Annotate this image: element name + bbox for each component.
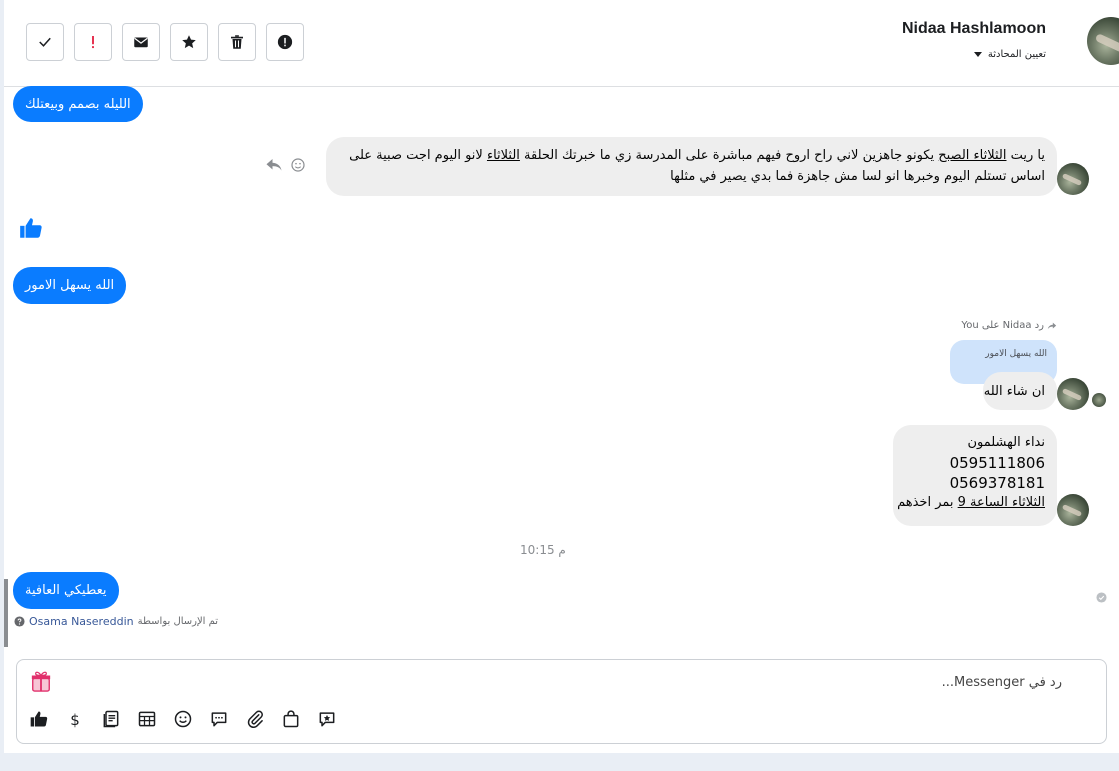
notes-icon: [103, 710, 119, 728]
reply-quote-text: الله يسهل الامور: [985, 349, 1047, 359]
message-outgoing[interactable]: الليله بصمم وبيعتلك: [13, 86, 143, 122]
chat-bubble-icon: [211, 712, 227, 727]
quick-replies-button[interactable]: [207, 707, 231, 731]
alert-circle-icon: [277, 34, 293, 50]
payment-button[interactable]: $: [63, 707, 87, 731]
message-text: الليله بصمم وبيعتلك: [25, 96, 131, 112]
message-outgoing[interactable]: يعطيكي العافية: [13, 572, 119, 609]
table-icon: [138, 711, 156, 727]
reply-arrow-icon: [1047, 322, 1057, 329]
mark-done-button[interactable]: [26, 23, 64, 61]
svg-text:$: $: [70, 711, 80, 729]
message-text: الله يسهل الامور: [25, 278, 115, 293]
report-spam-button[interactable]: [266, 23, 304, 61]
text-segment: يكونو جاهزين لاني راح اروح فيهم مباشرة ع…: [519, 148, 939, 163]
reply-icon[interactable]: [265, 157, 283, 173]
delivered-check-icon: [1096, 592, 1107, 603]
review-request-button[interactable]: [315, 707, 339, 731]
sent-by-info: Osama Nasereddin تم الإرسال بواسطة: [14, 615, 218, 628]
text-segment: لانو اليوم اجت صبية على: [349, 148, 487, 163]
table-button[interactable]: [135, 707, 159, 731]
selection-indicator: [4, 579, 8, 647]
message-text: ان شاء الله: [983, 383, 1045, 399]
date-link[interactable]: الثلاثاء: [487, 148, 520, 163]
like-button[interactable]: [27, 707, 51, 731]
phone-number[interactable]: 0595111806: [905, 453, 1045, 473]
reply-input[interactable]: [462, 675, 1062, 690]
shopping-bag-icon: [283, 710, 299, 728]
contact-avatar[interactable]: [1087, 17, 1119, 65]
help-icon[interactable]: [14, 616, 25, 627]
gift-sticker-icon[interactable]: [30, 669, 52, 693]
check-icon: [39, 37, 51, 47]
thumbs-up-icon: [30, 711, 48, 727]
phone-number[interactable]: 0569378181: [905, 473, 1045, 493]
date-link[interactable]: الثلاثاء الصبح: [938, 148, 1006, 163]
assign-conversation-dropdown[interactable]: تعيين المحادثة: [973, 49, 1046, 60]
message-line: الثلاثاء الساعة 9 بمر اخذهم: [897, 493, 1045, 513]
shop-button[interactable]: [279, 707, 303, 731]
message-line: نداء الهشلمون: [967, 435, 1045, 450]
text-segment: بمر اخذهم: [897, 495, 958, 510]
smiley-icon: [174, 710, 192, 728]
message-composer: $: [16, 659, 1107, 744]
sent-by-label: تم الإرسال بواسطة: [137, 616, 219, 627]
assign-label: تعيين المحادثة: [987, 49, 1046, 60]
emoji-button[interactable]: [171, 707, 195, 731]
message-incoming[interactable]: يا ريت الثلاثاء الصبح يكونو جاهزين لاني …: [326, 137, 1057, 196]
conversation-header: Nidaa Hashlamoon تعيين المحادثة: [4, 0, 1119, 87]
envelope-icon: [134, 37, 148, 48]
sender-name-link[interactable]: Osama Nasereddin: [29, 615, 134, 628]
saved-replies-button[interactable]: [99, 707, 123, 731]
attach-button[interactable]: [243, 707, 267, 731]
mark-unread-button[interactable]: [122, 23, 160, 61]
star-chat-icon: [319, 712, 335, 727]
star-button[interactable]: [170, 23, 208, 61]
contact-name[interactable]: Nidaa Hashlamoon: [902, 20, 1046, 38]
message-line: اساس تستلم اليوم وخبرها انو لسا مش جاهزة…: [670, 169, 1045, 184]
conversation-panel: Nidaa Hashlamoon تعيين المحادثة الليله ب…: [4, 0, 1119, 753]
star-icon: [182, 35, 196, 49]
message-text: يعطيكي العافية: [25, 583, 107, 598]
text-segment: يا ريت: [1006, 148, 1045, 163]
message-outgoing[interactable]: الله يسهل الامور: [13, 267, 127, 304]
date-link[interactable]: الثلاثاء الساعة 9: [958, 495, 1045, 510]
emoji-react-icon[interactable]: [290, 157, 306, 173]
delete-button[interactable]: [218, 23, 256, 61]
thumbs-up-icon[interactable]: [18, 215, 44, 241]
reply-header: رد Nidaa على You: [961, 320, 1057, 331]
sender-avatar: [1057, 494, 1089, 526]
dollar-icon: $: [70, 711, 80, 729]
trash-icon: [231, 35, 243, 49]
sender-avatar: [1057, 378, 1089, 410]
paperclip-icon: [247, 710, 263, 729]
sender-avatar: [1057, 163, 1089, 195]
read-receipt-avatar: [1092, 393, 1106, 407]
mark-important-button[interactable]: [74, 23, 112, 61]
message-incoming[interactable]: ان شاء الله: [983, 372, 1057, 410]
caret-down-icon: [973, 52, 982, 57]
reply-header-text: رد Nidaa على You: [961, 320, 1044, 331]
message-line: يا ريت الثلاثاء الصبح يكونو جاهزين لاني …: [338, 145, 1045, 166]
timestamp: 10:15 م: [520, 543, 566, 557]
message-incoming[interactable]: نداء الهشلمون 0595111806 0569378181 الثل…: [893, 425, 1057, 526]
exclamation-icon: [92, 36, 94, 49]
